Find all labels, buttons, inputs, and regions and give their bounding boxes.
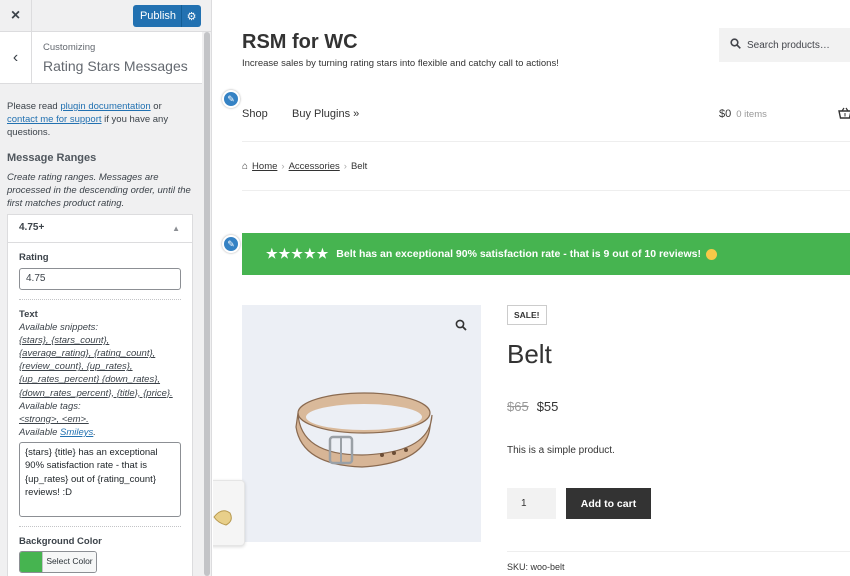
breadcrumb-separator: › [343,161,347,172]
cart-amount: $0 [719,108,732,120]
smileys-link[interactable]: Smileys [60,427,93,438]
stars-icon: ★★★★★ [266,246,330,261]
header-cart[interactable]: $0 0 items [719,108,767,120]
snippets-list: {stars}, {stars_count}, {average_rating}… [19,335,173,399]
rating-message-banner: ★★★★★ Belt has an exceptional 90% satisf… [242,233,850,275]
smileys-pre: Available [19,426,61,438]
sidebar-scrollbar[interactable] [202,32,211,576]
floating-widget[interactable] [213,480,245,546]
divider [242,141,850,142]
section-header: ‹ Customizing Rating Stars Messages [0,32,211,84]
product-sku: SKU: woo-belt [507,562,565,572]
rating-input[interactable]: 4.75 [19,267,181,290]
section-breadcrumb: Customizing [43,42,96,53]
close-customizer-button[interactable]: × [0,0,32,32]
site-preview: RSM for WC Increase sales by turning rat… [213,0,850,576]
snippets-label: Available snippets: [19,322,99,334]
edit-menu-pencil-icon[interactable]: ✎ [222,90,240,108]
smiley-icon [705,248,717,260]
color-swatch [20,552,42,573]
select-color-label: Select Color [42,552,96,573]
scroll-thumb[interactable] [204,32,210,576]
breadcrumb: ⌂ Home › Accessories › Belt [242,161,367,172]
section-title: Rating Stars Messages [43,58,188,74]
publish-label: Publish [139,10,177,22]
site-tagline: Increase sales by turning rating stars i… [242,58,559,69]
back-button[interactable]: ‹ [0,32,32,84]
close-icon: × [10,7,21,24]
edit-message-pencil-icon[interactable]: ✎ [222,235,240,253]
range-body: Rating 4.75 Text Available snippets: {st… [8,243,192,576]
breadcrumb-separator: › [281,161,285,172]
divider [19,298,181,300]
nav-shop[interactable]: Shop [242,108,268,120]
divider [242,190,850,191]
search-input[interactable]: Search products… [719,28,850,62]
search-placeholder: Search products… [747,39,830,51]
bg-color-picker[interactable]: Select Color [19,551,97,574]
smileys-post: . [93,426,96,438]
gear-icon[interactable]: ⚙ [181,5,201,27]
caret-up-icon: ▲ [172,223,180,233]
bg-color-label: Background Color [19,536,102,548]
customizer-sidebar: × Publish ⚙ ‹ Customizing Rating Stars M… [0,0,212,576]
divider [507,551,850,552]
product-title: Belt [507,339,552,369]
publish-button[interactable]: Publish ⚙ [133,5,201,27]
sale-badge: SALE! [507,305,547,325]
breadcrumb-accessories[interactable]: Accessories [289,161,340,172]
text-label: Text [19,308,38,320]
range-header[interactable]: 4.75+ ▲ [8,215,192,243]
banner-text: Belt has an exceptional 90% satisfaction… [336,248,701,260]
tags-label: Available tags: [19,400,81,412]
message-ranges-title: Message Ranges [7,152,97,165]
message-ranges-desc: Create rating ranges. Messages are proce… [7,171,191,209]
product-image[interactable] [242,305,481,542]
old-price: $65 [507,399,529,414]
divider [19,526,181,528]
short-description: This is a simple product. [507,445,615,456]
search-icon [730,38,741,52]
range-label: 4.75+ [19,222,45,234]
cart-items: 0 items [736,109,767,120]
sale-price: $55 [536,399,559,414]
home-icon: ⌂ [242,161,249,172]
add-to-cart-button[interactable]: Add to cart [566,488,651,519]
breadcrumb-current: Belt [350,161,368,172]
message-textarea[interactable]: {stars} {title} has an exceptional 90% s… [19,442,181,518]
support-link[interactable]: contact me for support [7,114,102,125]
breadcrumb-home[interactable]: Home [252,161,277,172]
hat-icon [213,510,232,526]
intro-mid: or [150,101,162,112]
nav-buy-plugins[interactable]: Buy Plugins » [292,108,359,120]
plugin-docs-link[interactable]: plugin documentation [60,101,150,112]
quantity-input[interactable]: 1 [507,488,556,519]
rating-label: Rating [19,251,49,263]
customizer-topbar: × Publish ⚙ [0,0,211,32]
tags-list: <strong>, <em>. [19,413,89,425]
smileys-line: Available Smileys. [19,426,181,439]
range-item: 4.75+ ▲ Rating 4.75 Text Available snipp… [7,213,193,576]
zoom-icon[interactable] [455,319,467,334]
belt-image [295,392,433,468]
basket-icon[interactable] [838,107,850,122]
chevron-left-icon: ‹ [12,49,19,66]
site-title[interactable]: RSM for WC [242,31,358,54]
intro-pre: Please read [7,101,61,112]
product-price: $65 $55 [507,399,558,414]
intro-text: Please read plugin documentation or cont… [7,100,194,139]
settings-panel: Please read plugin documentation or cont… [0,84,202,576]
